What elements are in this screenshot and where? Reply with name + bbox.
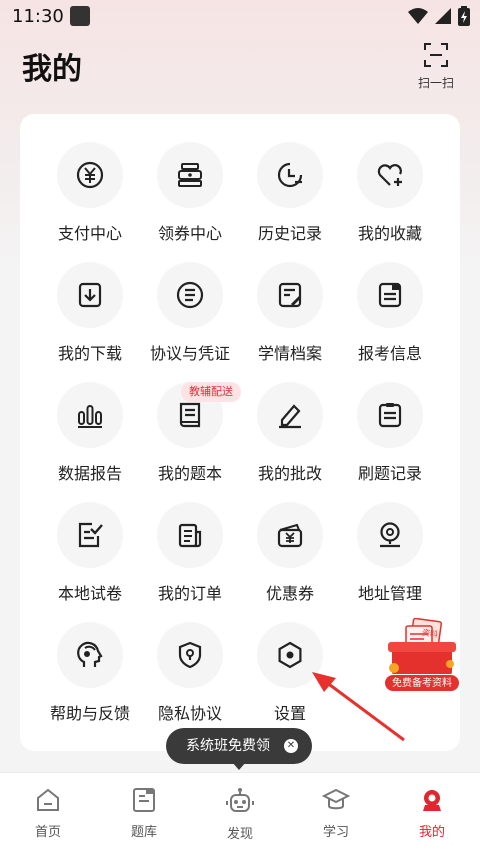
- yen-circle-icon: [57, 142, 123, 208]
- grid-item-help-feedback[interactable]: 帮助与反馈: [35, 594, 145, 723]
- bottom-tab-bar: 首页 题库 发现 学习 我的: [0, 772, 480, 853]
- scan-button[interactable]: 扫一扫: [408, 42, 464, 91]
- tab-study[interactable]: 学习: [288, 787, 384, 840]
- grid-label: 帮助与反馈: [49, 704, 130, 723]
- home-icon: [37, 788, 59, 811]
- app-notification-icon: [70, 6, 90, 26]
- grid-item-practice-records[interactable]: 刷题记录: [335, 354, 445, 483]
- paper-check-icon: [57, 502, 123, 568]
- graduation-cap-icon: [321, 788, 351, 810]
- grid-item-data-report[interactable]: 数据报告: [35, 354, 145, 483]
- free-materials-promo[interactable]: 资料 免费备考资料: [384, 617, 460, 692]
- pen-icon: [257, 382, 323, 448]
- page-title: 我的: [22, 52, 82, 87]
- note-edit-icon: [257, 262, 323, 328]
- heart-plus-icon: [357, 142, 423, 208]
- grid-item-exam-info[interactable]: 报考信息: [335, 234, 445, 363]
- coupon-stack-icon: [157, 142, 223, 208]
- status-bar: 11:30: [0, 0, 480, 34]
- grid-item-address[interactable]: 地址管理: [335, 474, 445, 603]
- grid-item-settings[interactable]: 设置: [235, 594, 345, 723]
- grid-item-coupons[interactable]: 优惠券: [235, 474, 345, 603]
- clipboard-icon: [357, 382, 423, 448]
- download-icon: [57, 262, 123, 328]
- location-pin-icon: [357, 502, 423, 568]
- grid-item-payment-center[interactable]: 支付中心: [35, 114, 145, 243]
- status-time: 11:30: [12, 6, 64, 27]
- wifi-icon: [408, 8, 428, 24]
- grid-item-learning-profile[interactable]: 学情档案: [235, 234, 345, 363]
- close-icon[interactable]: ✕: [284, 739, 298, 753]
- tab-label: 学习: [322, 825, 349, 840]
- grid-item-history[interactable]: 历史记录: [235, 114, 345, 243]
- tab-label: 首页: [34, 825, 61, 840]
- list-circle-icon: [157, 262, 223, 328]
- tab-profile[interactable]: 我的: [384, 787, 480, 840]
- grid-item-orders[interactable]: 我的订单: [135, 474, 245, 603]
- promo-tag: 资料: [421, 627, 439, 640]
- tab-question-bank[interactable]: 题库: [96, 787, 192, 840]
- tab-label: 题库: [130, 825, 157, 840]
- grid-item-favorites[interactable]: 我的收藏: [335, 114, 445, 243]
- order-icon: [157, 502, 223, 568]
- tab-label: 发现: [226, 827, 253, 842]
- tab-home[interactable]: 首页: [0, 787, 96, 840]
- grid-item-coupon-center[interactable]: 领券中心: [135, 114, 245, 243]
- question-bank-icon: [133, 788, 155, 812]
- headset-icon: [57, 622, 123, 688]
- grid-item-local-papers[interactable]: 本地试卷: [35, 474, 145, 603]
- grid-label: 地址管理: [357, 584, 422, 603]
- scan-label: 扫一扫: [417, 76, 454, 90]
- free-class-tooltip[interactable]: 系统班免费领 ✕: [166, 728, 312, 764]
- grid-item-question-book[interactable]: 我的题本: [135, 354, 245, 483]
- promo-label: 免费备考资料: [384, 674, 460, 692]
- scan-icon: [424, 43, 448, 67]
- hexagon-settings-icon: [257, 622, 323, 688]
- profile-icon: [423, 790, 441, 811]
- robot-icon: [226, 788, 254, 812]
- status-icons: [408, 6, 470, 26]
- grid-item-privacy[interactable]: 隐私协议: [135, 594, 245, 723]
- document-icon: [357, 262, 423, 328]
- shield-lock-icon: [157, 622, 223, 688]
- grid-label: 设置: [273, 704, 306, 723]
- tooltip-text: 系统班免费领: [186, 738, 270, 754]
- order-delivery-badge: 教辅配送: [181, 382, 241, 402]
- clock-icon: [257, 142, 323, 208]
- grid-item-agreements[interactable]: 协议与凭证: [135, 234, 245, 363]
- signal-icon: [435, 8, 451, 24]
- battery-icon: [458, 6, 470, 26]
- grid-item-corrections[interactable]: 我的批改: [235, 354, 345, 483]
- tooltip-tail: [232, 762, 246, 770]
- tab-label: 我的: [418, 825, 445, 840]
- bar-chart-icon: [57, 382, 123, 448]
- tab-discover[interactable]: 发现: [192, 787, 288, 842]
- grid-label: 隐私协议: [157, 704, 222, 723]
- wallet-yen-icon: [257, 502, 323, 568]
- grid-item-downloads[interactable]: 我的下载: [35, 234, 145, 363]
